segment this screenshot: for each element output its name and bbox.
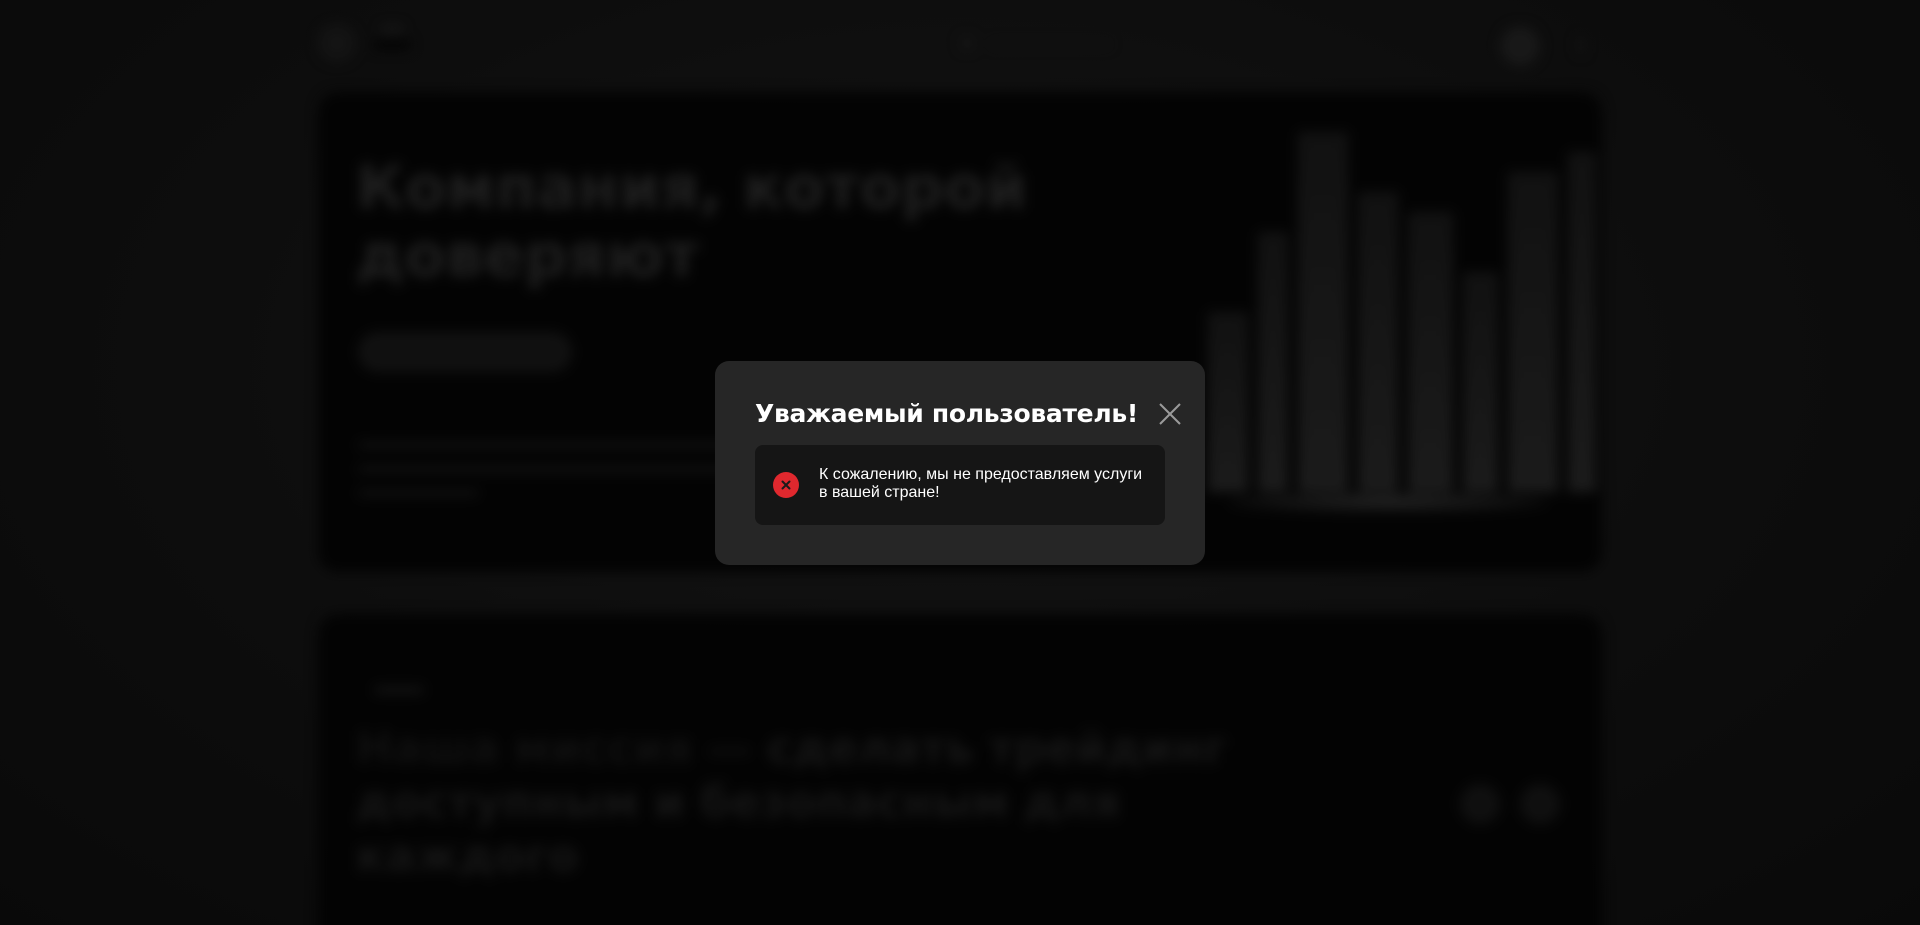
error-alert: К сожалению, мы не предоставляем услуги … — [755, 445, 1165, 525]
close-icon[interactable] — [1159, 403, 1181, 425]
error-circle-icon — [773, 472, 799, 498]
modal-title: Уважаемый пользователь! — [755, 399, 1138, 428]
country-restriction-modal: Уважаемый пользователь! К сожалению, мы … — [715, 361, 1205, 565]
page: Компания, которой доверяют Наша миссия —… — [0, 0, 1920, 925]
alert-message: К сожалению, мы не предоставляем услуги … — [819, 466, 1143, 501]
